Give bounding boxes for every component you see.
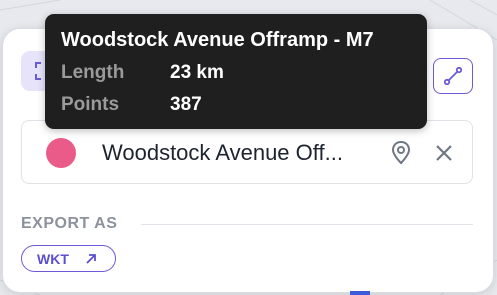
route-tooltip: Woodstock Avenue Offramp - M7 Length 23 … [45, 14, 427, 129]
length-label: Length [61, 62, 125, 83]
map-pin-icon[interactable] [388, 140, 414, 166]
wkt-label: WKT [37, 251, 69, 267]
points-value: 387 [170, 94, 202, 115]
export-wkt-button[interactable]: WKT [21, 245, 116, 272]
export-label: EXPORT AS [21, 215, 118, 232]
map-scale-bar [350, 291, 370, 295]
tooltip-title: Woodstock Avenue Offramp - M7 [61, 29, 374, 51]
length-value: 23 km [170, 62, 224, 83]
route-button[interactable] [433, 58, 473, 94]
route-icon [444, 67, 462, 85]
divider [141, 224, 473, 225]
location-name: Woodstock Avenue Off... [102, 140, 343, 165]
location-color-dot [46, 138, 76, 168]
points-label: Points [61, 94, 120, 115]
arrow-up-right-icon [86, 254, 96, 264]
location-row[interactable]: Woodstock Avenue Off... [21, 120, 473, 184]
close-icon[interactable] [432, 141, 456, 165]
